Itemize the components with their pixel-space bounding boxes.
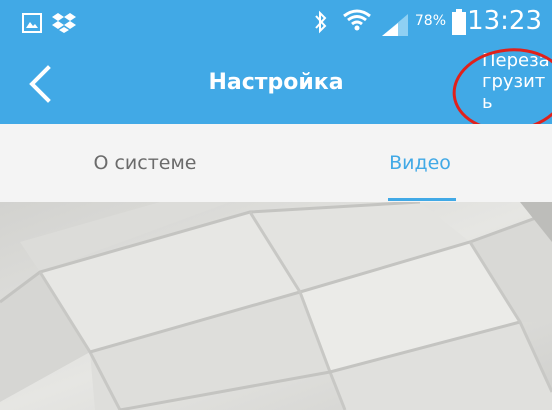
gallery-icon xyxy=(22,13,42,33)
tab-system[interactable]: О системе xyxy=(60,124,230,202)
status-bar: 78% 13:23 xyxy=(0,0,552,42)
wifi-icon xyxy=(343,9,371,31)
video-preview xyxy=(0,202,552,410)
signal-icon xyxy=(382,14,408,36)
bluetooth-icon xyxy=(315,10,327,34)
camera-image xyxy=(0,202,552,410)
reboot-button[interactable]: Перезагрузить xyxy=(482,50,552,128)
page-title: Настройка xyxy=(208,70,344,95)
status-time: 13:23 xyxy=(467,6,542,36)
battery-icon xyxy=(452,9,466,35)
dropbox-icon xyxy=(52,13,76,33)
top-bar: 78% 13:23 Настройка Перезагрузить xyxy=(0,0,552,124)
app-bar: Настройка Перезагрузить xyxy=(0,42,552,124)
tab-bar: О системе Видео xyxy=(0,124,552,202)
battery-percent: 78% xyxy=(414,13,446,29)
active-tab-indicator xyxy=(388,198,456,201)
tab-video[interactable]: Видео xyxy=(352,124,488,202)
